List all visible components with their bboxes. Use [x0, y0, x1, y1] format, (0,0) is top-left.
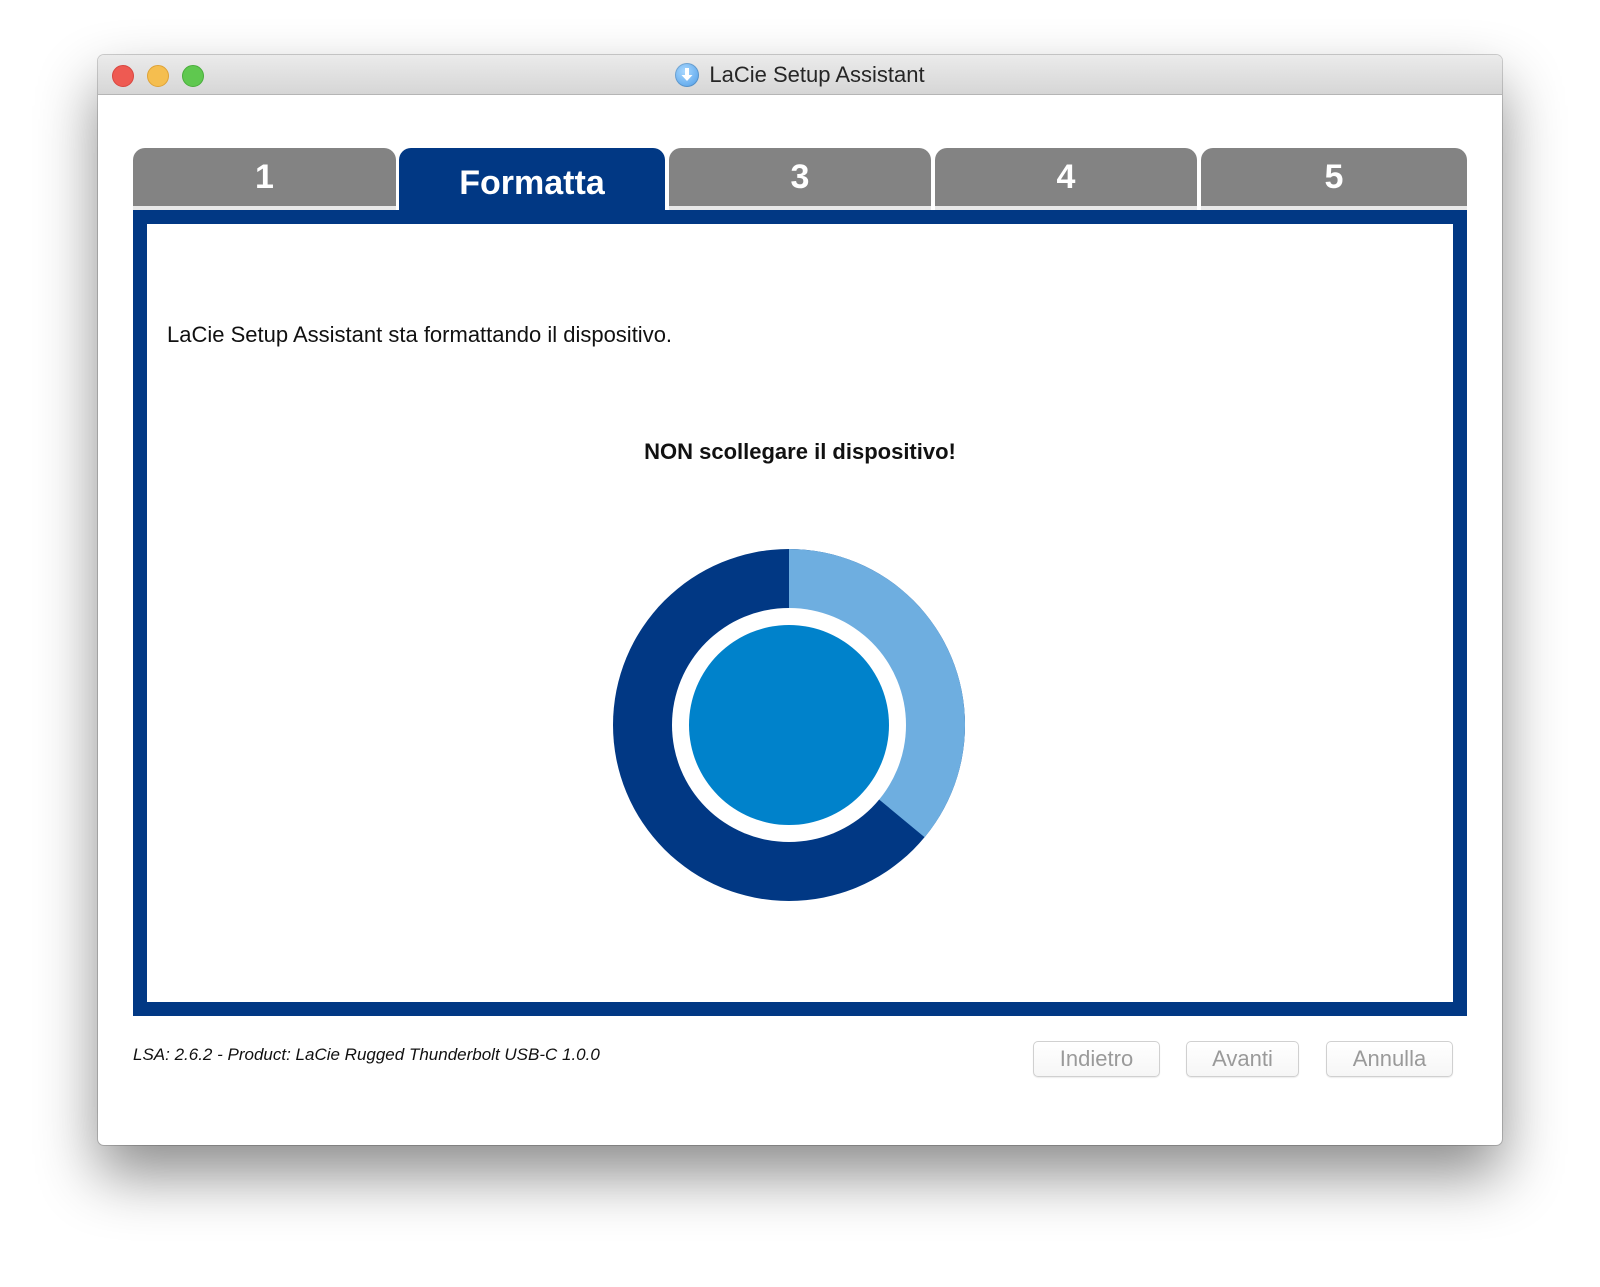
tab-step-4[interactable]: 4	[935, 148, 1197, 210]
format-progress-indicator	[613, 549, 965, 901]
tab-step-3[interactable]: 3	[669, 148, 931, 210]
progress-center-disc	[689, 625, 889, 825]
content-panel: LaCie Setup Assistant sta formattando il…	[133, 210, 1467, 1016]
download-arrow-icon	[675, 62, 700, 87]
next-button[interactable]: Avanti	[1186, 1041, 1299, 1077]
back-button[interactable]: Indietro	[1033, 1041, 1160, 1077]
status-message: LaCie Setup Assistant sta formattando il…	[167, 322, 673, 347]
tab-step-5[interactable]: 5	[1201, 148, 1467, 210]
warning-message: NON scollegare il dispositivo!	[644, 439, 956, 464]
window-title: LaCie Setup Assistant	[709, 61, 925, 87]
tab-formatta[interactable]: Formatta	[399, 148, 665, 218]
app-window: LaCie Setup Assistant 1 Formatta 3 4 5 L…	[98, 55, 1502, 1145]
title-bar[interactable]: LaCie Setup Assistant	[98, 55, 1502, 95]
version-info: LSA: 2.6.2 - Product: LaCie Rugged Thund…	[133, 1045, 600, 1064]
step-tabs: 1 Formatta 3 4 5	[133, 148, 1467, 218]
tab-step-1[interactable]: 1	[133, 148, 396, 210]
cancel-button[interactable]: Annulla	[1326, 1041, 1453, 1077]
window-title-group: LaCie Setup Assistant	[98, 55, 1502, 94]
